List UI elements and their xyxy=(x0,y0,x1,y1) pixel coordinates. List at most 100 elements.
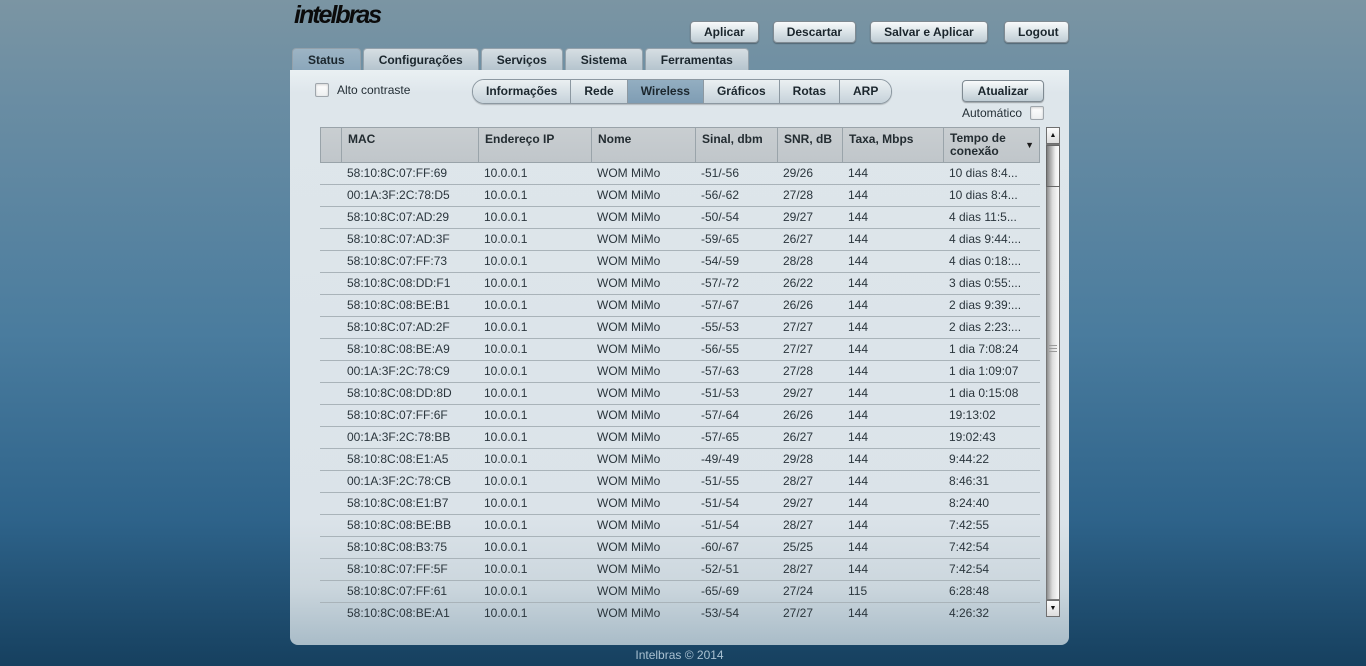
row-select-cell xyxy=(320,361,341,382)
tempo-cell: 7:42:54 xyxy=(949,562,990,576)
salvar-e-aplicar-button[interactable]: Salvar e Aplicar xyxy=(870,21,988,43)
taxa-cell: 144 xyxy=(848,320,869,334)
main-tab[interactable]: Serviços xyxy=(480,48,563,70)
scrollbar-up-icon[interactable]: ▲ xyxy=(1046,127,1060,144)
taxa-cell: 144 xyxy=(848,518,869,532)
taxa-cell: 144 xyxy=(848,430,869,444)
sinal-cell: -53/-54 xyxy=(701,606,740,617)
header-nome[interactable]: Nome xyxy=(592,128,696,162)
row-select-cell xyxy=(320,229,341,250)
main-tab[interactable]: Configurações xyxy=(362,48,479,70)
tempo-cell: 2 dias 2:23:... xyxy=(949,320,1022,334)
mac-cell: 58:10:8C:07:AD:29 xyxy=(347,210,450,224)
sinal-cell: -51/-55 xyxy=(701,474,740,488)
mac-cell: 58:10:8C:08:E1:A5 xyxy=(347,452,449,466)
tempo-cell: 10 dias 8:4... xyxy=(949,188,1018,202)
nome-cell: WOM MiMo xyxy=(597,430,661,444)
table-row: 58:10:8C:07:FF:73 10.0.0.1 WOM MiMo -54/… xyxy=(320,251,1040,273)
table-row: 58:10:8C:07:FF:5F 10.0.0.1 WOM MiMo -52/… xyxy=(320,559,1040,581)
mac-cell: 58:10:8C:07:FF:61 xyxy=(347,584,448,598)
row-select-cell xyxy=(320,405,341,426)
sinal-cell: -51/-54 xyxy=(701,496,740,510)
tempo-cell: 9:44:22 xyxy=(949,452,990,466)
header-endereco-ip[interactable]: Endereço IP xyxy=(479,128,592,162)
mac-cell: 58:10:8C:07:AD:2F xyxy=(347,320,450,334)
sinal-cell: -49/-49 xyxy=(701,452,740,466)
logout-button[interactable]: Logout xyxy=(1004,21,1069,43)
aplicar-button[interactable]: Aplicar xyxy=(690,21,759,43)
snr-cell: 26/26 xyxy=(783,408,814,422)
alto-contraste-checkbox[interactable] xyxy=(315,83,329,97)
nome-cell: WOM MiMo xyxy=(597,276,661,290)
snr-cell: 29/28 xyxy=(783,452,814,466)
table-row: 58:10:8C:08:BE:BB 10.0.0.1 WOM MiMo -51/… xyxy=(320,515,1040,537)
main-tabs: Status Configurações Serviços Sistema Fe… xyxy=(292,48,749,70)
table-row: 00:1A:3F:2C:78:BB 10.0.0.1 WOM MiMo -57/… xyxy=(320,427,1040,449)
sinal-cell: -55/-53 xyxy=(701,320,740,334)
main-tab[interactable]: Status xyxy=(292,48,361,70)
automatico-checkbox[interactable] xyxy=(1030,106,1044,120)
header-mac[interactable]: MAC xyxy=(342,128,479,162)
snr-cell: 27/27 xyxy=(783,606,814,617)
sinal-cell: -51/-53 xyxy=(701,386,740,400)
table-row: 58:10:8C:07:AD:29 10.0.0.1 WOM MiMo -50/… xyxy=(320,207,1040,229)
status-subtab[interactable]: Rede xyxy=(571,80,628,103)
atualizar-button[interactable]: Atualizar xyxy=(962,80,1044,102)
mac-cell: 58:10:8C:07:FF:5F xyxy=(347,562,448,576)
status-subtab[interactable]: Rotas xyxy=(779,80,840,103)
table-row: 58:10:8C:07:AD:2F 10.0.0.1 WOM MiMo -55/… xyxy=(320,317,1040,339)
tempo-cell: 7:42:54 xyxy=(949,540,990,554)
taxa-cell: 144 xyxy=(848,188,869,202)
header-taxa[interactable]: Taxa, Mbps xyxy=(843,128,944,162)
main-tab[interactable]: Ferramentas xyxy=(644,48,749,70)
table-row: 58:10:8C:08:BE:A9 10.0.0.1 WOM MiMo -56/… xyxy=(320,339,1040,361)
taxa-cell: 144 xyxy=(848,298,869,312)
nome-cell: WOM MiMo xyxy=(597,452,661,466)
taxa-cell: 144 xyxy=(848,254,869,268)
header-snr[interactable]: SNR, dB xyxy=(778,128,843,162)
status-subtab[interactable]: Wireless xyxy=(627,80,704,103)
taxa-cell: 144 xyxy=(848,232,869,246)
header-tempo-label: Tempo de conexão xyxy=(950,131,1006,158)
table-row: 00:1A:3F:2C:78:D5 10.0.0.1 WOM MiMo -56/… xyxy=(320,185,1040,207)
status-subtab[interactable]: Informações xyxy=(473,80,572,103)
mac-cell: 00:1A:3F:2C:78:BB xyxy=(347,430,451,444)
mac-cell: 58:10:8C:08:B3:75 xyxy=(347,540,448,554)
taxa-cell: 144 xyxy=(848,606,869,617)
row-select-cell xyxy=(320,273,341,294)
ip-cell: 10.0.0.1 xyxy=(484,606,528,617)
table-row: 58:10:8C:07:FF:61 10.0.0.1 WOM MiMo -65/… xyxy=(320,581,1040,603)
scrollbar-thumb[interactable] xyxy=(1046,145,1060,187)
tempo-cell: 2 dias 9:39:... xyxy=(949,298,1022,312)
sort-desc-icon: ▼ xyxy=(1025,140,1034,150)
taxa-cell: 144 xyxy=(848,474,869,488)
status-subtabs: Informações Rede Wireless Gráficos Rotas… xyxy=(472,79,893,104)
taxa-cell: 144 xyxy=(848,276,869,290)
taxa-cell: 144 xyxy=(848,342,869,356)
header-sinal[interactable]: Sinal, dbm xyxy=(696,128,778,162)
row-select-cell xyxy=(320,515,341,536)
header-tempo-de-conexao[interactable]: Tempo de conexão ▼ xyxy=(944,128,1039,162)
descartar-button[interactable]: Descartar xyxy=(772,21,857,43)
tempo-cell: 1 dia 0:15:08 xyxy=(949,386,1019,400)
snr-cell: 26/27 xyxy=(783,232,814,246)
nome-cell: WOM MiMo xyxy=(597,584,661,598)
taxa-cell: 144 xyxy=(848,364,869,378)
tempo-cell: 1 dia 7:08:24 xyxy=(949,342,1019,356)
table-row: 58:10:8C:08:DD:F1 10.0.0.1 WOM MiMo -57/… xyxy=(320,273,1040,295)
sinal-cell: -52/-51 xyxy=(701,562,740,576)
snr-cell: 28/27 xyxy=(783,474,814,488)
table-header-row: MAC Endereço IP Nome Sinal, dbm SNR, dB … xyxy=(320,127,1040,163)
status-subtab[interactable]: Gráficos xyxy=(703,80,780,103)
ip-cell: 10.0.0.1 xyxy=(484,342,528,356)
nome-cell: WOM MiMo xyxy=(597,210,661,224)
ip-cell: 10.0.0.1 xyxy=(484,364,528,378)
table-row: 58:10:8C:08:BE:B1 10.0.0.1 WOM MiMo -57/… xyxy=(320,295,1040,317)
tempo-cell: 4 dias 9:44:... xyxy=(949,232,1022,246)
scrollbar-track[interactable] xyxy=(1046,144,1060,600)
main-tab[interactable]: Sistema xyxy=(564,48,643,70)
table-row: 58:10:8C:08:DD:8D 10.0.0.1 WOM MiMo -51/… xyxy=(320,383,1040,405)
nome-cell: WOM MiMo xyxy=(597,562,661,576)
scrollbar-down-icon[interactable]: ▼ xyxy=(1046,600,1060,617)
status-subtab[interactable]: ARP xyxy=(840,80,892,103)
